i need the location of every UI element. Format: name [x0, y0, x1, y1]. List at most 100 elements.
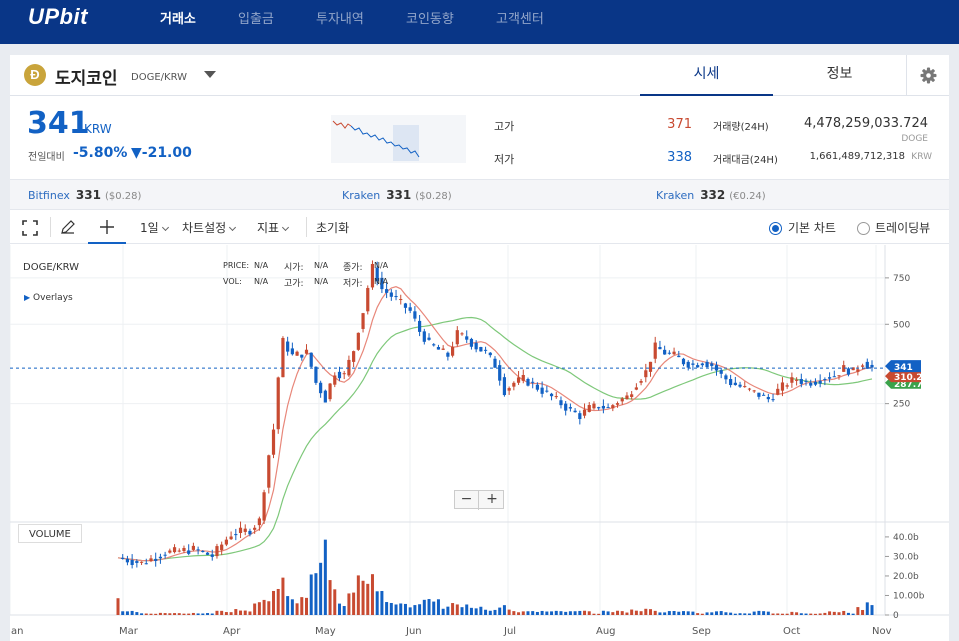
candle-body — [762, 394, 766, 396]
gear-icon — [920, 67, 937, 84]
reset-button[interactable]: 초기화 — [316, 219, 349, 236]
volume-bar — [267, 601, 271, 615]
indicators-menu[interactable]: 지표 — [257, 219, 290, 236]
volume-bar — [616, 610, 620, 615]
candle-body — [446, 352, 450, 357]
volume-bar — [639, 611, 643, 615]
candle-body — [394, 296, 398, 298]
candle-body — [333, 375, 337, 385]
price-chart-area[interactable]: Jan Mar Apr May Jun Jul Aug Sep Oct Nov 750 500 250 4… — [10, 245, 949, 641]
candle-body — [366, 287, 370, 312]
x-tick-label: Nov — [872, 626, 892, 637]
coin-pair[interactable]: DOGE/KRW — [131, 72, 187, 83]
ma-short-tag: 310.2 — [894, 373, 922, 383]
volume-bar — [804, 613, 808, 615]
candle-body — [827, 377, 832, 379]
basic-chart-radio[interactable] — [769, 222, 782, 235]
y-tick-label: 250 — [893, 400, 910, 410]
interval-selector[interactable]: 1일 — [140, 219, 169, 236]
volume-bar — [583, 610, 587, 615]
candle-body — [860, 365, 865, 367]
nav-deposit-withdraw[interactable]: 입출금 — [238, 8, 274, 27]
nav-customer-center[interactable]: 고객센터 — [496, 8, 544, 27]
zoom-out-button[interactable]: − — [455, 491, 479, 510]
exchange-name: Bitfinex — [28, 189, 70, 202]
candle-body — [135, 561, 139, 563]
candle-body — [408, 307, 412, 311]
nav-coin-trends[interactable]: 코인동향 — [406, 8, 454, 27]
tradingview-label[interactable]: 트레이딩뷰 — [875, 219, 930, 236]
volume-bar — [281, 577, 285, 615]
basic-chart-label[interactable]: 기본 차트 — [788, 219, 836, 236]
volume-bar — [526, 611, 530, 615]
volume-bar — [121, 611, 125, 615]
price-unit: KRW — [84, 122, 112, 136]
candle-body — [686, 361, 690, 368]
zoom-in-button[interactable]: + — [480, 491, 504, 510]
tab-market-price[interactable]: 시세 — [640, 55, 773, 96]
volume-bar — [206, 613, 210, 615]
chart-settings-label: 차트설정 — [182, 221, 227, 235]
candle-body — [271, 429, 276, 455]
volume-bar — [314, 573, 318, 615]
candle-body — [502, 377, 507, 396]
candle-body — [479, 347, 483, 352]
candle-body — [389, 292, 393, 297]
candle-body — [205, 552, 210, 555]
volume-bar — [771, 613, 775, 615]
volume-bar — [667, 611, 671, 615]
candle-body — [799, 379, 803, 384]
chart-settings-menu[interactable]: 차트설정 — [182, 219, 237, 236]
volume-bar — [545, 611, 549, 615]
volume-bar — [130, 610, 134, 615]
coin-name[interactable]: 도지코인 — [55, 64, 118, 89]
candle-body — [564, 403, 568, 411]
overlays-toggle[interactable]: ▶ Overlays — [24, 293, 73, 303]
exchange-prices-bar: Bitfinex 331 ($0.28) Kraken 331 ($0.28) Krak… — [10, 179, 949, 210]
volume-bar — [606, 611, 610, 615]
volume-bar — [747, 613, 751, 615]
x-tick-label: Sep — [692, 626, 711, 637]
volume-bar — [672, 611, 676, 615]
candle-body — [540, 387, 544, 394]
volume-bar — [828, 611, 832, 615]
tradingview-radio[interactable] — [857, 222, 870, 235]
chevron-down-icon[interactable] — [204, 71, 216, 78]
settings-button[interactable] — [906, 55, 949, 96]
volume-bar — [196, 613, 200, 615]
candle-body — [276, 377, 280, 430]
ohlc-vol-label: VOL: — [223, 277, 242, 286]
pencil-icon[interactable] — [60, 219, 76, 235]
exchange-price-sub: ($0.28) — [104, 191, 142, 202]
tab-info[interactable]: 정보 — [773, 55, 906, 96]
volume-bar — [724, 612, 728, 615]
volume-bar — [488, 610, 492, 615]
candle-body — [352, 351, 356, 362]
volume-bar — [630, 609, 634, 615]
candle-body — [399, 299, 403, 301]
fullscreen-icon[interactable] — [22, 220, 38, 236]
candle-body — [681, 358, 686, 365]
zoom-controls: − + — [454, 490, 504, 510]
candle-body — [601, 405, 605, 409]
nav-investments[interactable]: 투자내역 — [316, 8, 364, 27]
volume-bar — [531, 611, 535, 615]
volume-bar — [182, 613, 186, 615]
candlestick-chart[interactable]: Jan Mar Apr May Jun Jul Aug Sep Oct Nov 750 500 250 4… — [10, 245, 949, 641]
candle-body — [309, 352, 313, 367]
volume-bar — [229, 612, 233, 615]
upbit-logo[interactable]: UPbit — [28, 4, 88, 30]
volume-bar — [455, 604, 459, 615]
nav-exchange[interactable]: 거래소 — [160, 8, 196, 27]
candle-body — [385, 289, 389, 293]
volume-bar — [521, 611, 525, 615]
candle-body — [455, 330, 459, 345]
ohlc-close-label: 종가: — [343, 263, 363, 273]
volume-bar — [342, 606, 346, 615]
crosshair-tool[interactable] — [88, 211, 126, 244]
candle-body — [531, 381, 535, 383]
candle-body — [432, 344, 436, 346]
volume-bar — [257, 602, 261, 615]
volume-bar — [385, 602, 389, 615]
volume-bar — [611, 612, 615, 615]
